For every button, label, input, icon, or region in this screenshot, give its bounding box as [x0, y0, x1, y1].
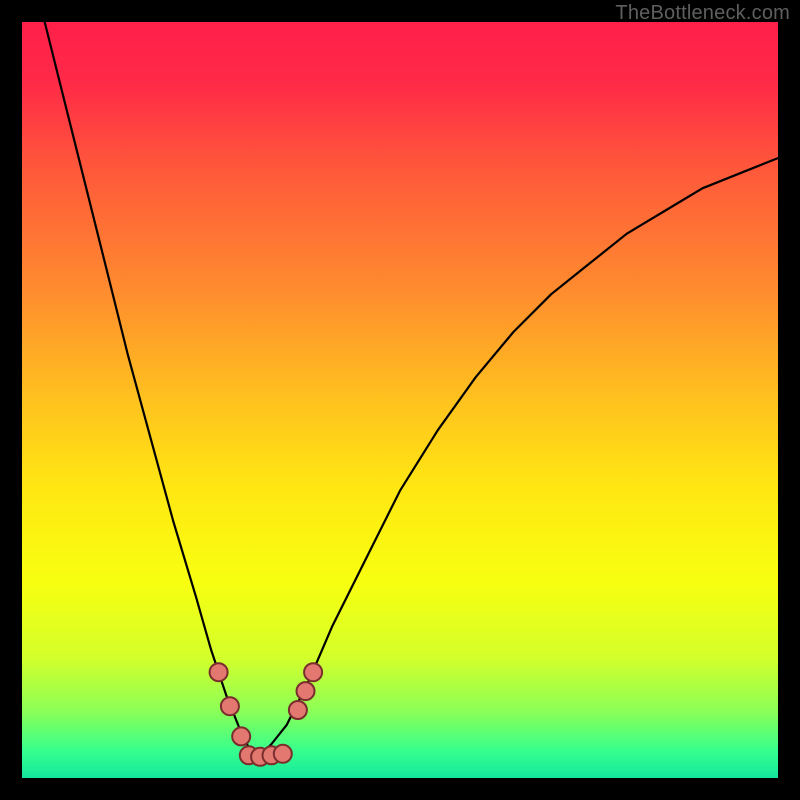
data-marker: [221, 697, 239, 715]
data-marker: [210, 663, 228, 681]
data-marker: [304, 663, 322, 681]
data-marker: [232, 727, 250, 745]
bottleneck-chart: [22, 22, 778, 778]
data-marker: [274, 745, 292, 763]
chart-frame: [22, 22, 778, 778]
data-marker: [297, 682, 315, 700]
data-marker: [289, 701, 307, 719]
watermark-text: TheBottleneck.com: [615, 2, 790, 25]
chart-background: [22, 22, 778, 778]
